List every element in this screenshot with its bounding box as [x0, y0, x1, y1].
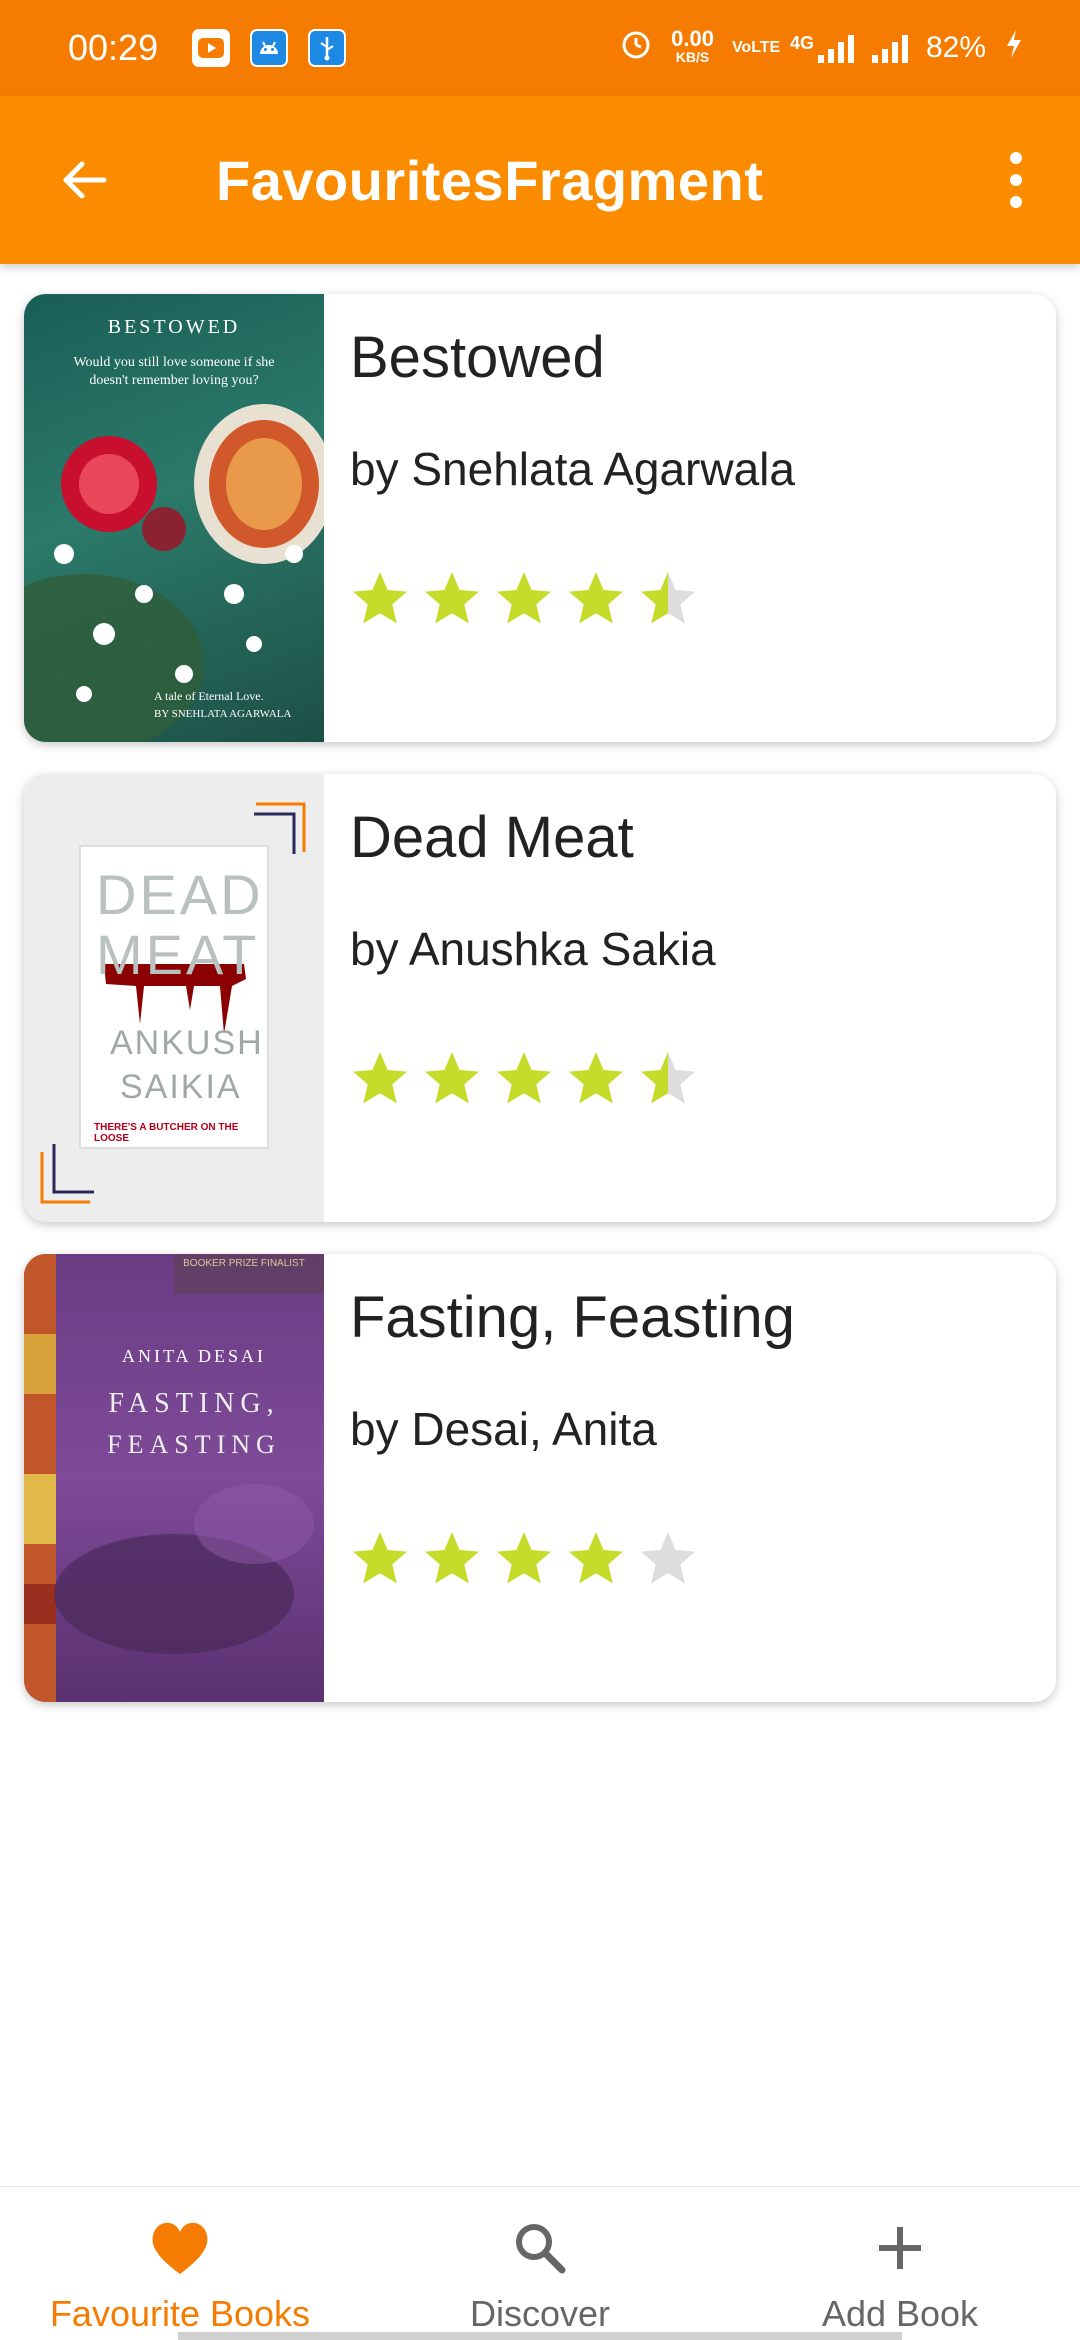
- star-icon: [425, 1532, 479, 1584]
- star-icon: [353, 572, 407, 624]
- cover-byline-text: BY SNEHLATA AGARWALA: [154, 708, 292, 720]
- book-author: by Snehlata Agarwala: [350, 443, 795, 495]
- status-time: 00:29: [68, 27, 159, 68]
- signal-icon: [817, 33, 854, 63]
- youtube-icon: [192, 29, 231, 67]
- usb-icon: [308, 29, 347, 67]
- charging-icon: [1004, 28, 1024, 69]
- android-icon: [250, 29, 289, 67]
- rating-stars: [350, 568, 795, 628]
- book-card[interactable]: DEAD MEAT ANKUSH SAIKIA THERE'S A BUTCHE…: [24, 774, 1056, 1222]
- cover-title-line2: MEAT: [96, 923, 260, 986]
- cover-badge: BOOKER PRIZE FINALIST: [183, 1258, 305, 1269]
- overflow-menu-button[interactable]: [986, 140, 1046, 220]
- star-icon: [569, 1532, 623, 1584]
- star-icon: [641, 572, 695, 624]
- nav-discover[interactable]: Discover: [360, 2187, 720, 2340]
- star-icon: [641, 1052, 695, 1104]
- book-cover: DEAD MEAT ANKUSH SAIKIA THERE'S A BUTCHE…: [24, 774, 324, 1222]
- book-author: by Desai, Anita: [350, 1403, 657, 1455]
- nav-label: Add Book: [821, 2293, 979, 2334]
- alarm-icon: [619, 27, 653, 70]
- star-icon: [497, 1532, 551, 1584]
- star-icon: [353, 1052, 407, 1104]
- star-icon: [497, 572, 551, 624]
- bottom-navigation: Favourite Books Discover Add Book: [0, 2186, 1080, 2340]
- cover-author: ANITA DESAI: [121, 1346, 267, 1366]
- heart-icon: [147, 2215, 213, 2281]
- volte-indicator: VoLTE: [731, 39, 781, 56]
- cover-tagline-text: Would you still love someone if she does…: [73, 355, 275, 388]
- network-label: 4G: [789, 33, 814, 53]
- network-type: 4G: [790, 33, 854, 63]
- plus-icon: [867, 2215, 933, 2281]
- star-icon: [641, 1532, 695, 1584]
- search-icon: [507, 2215, 573, 2281]
- back-button[interactable]: [44, 140, 124, 220]
- net-speed: 0.00 KB/S: [671, 26, 714, 66]
- book-card[interactable]: BESTOWED Would you still love someone if…: [24, 294, 1056, 742]
- cover-author-line2: SAIKIA: [120, 1068, 242, 1106]
- rating-stars: [350, 1048, 716, 1108]
- arrow-back-icon: [63, 161, 107, 199]
- cover-title-line2: FEASTING: [107, 1430, 281, 1459]
- cover-title-line1: DEAD: [96, 863, 264, 926]
- book-author: by Anushka Sakia: [350, 923, 716, 975]
- app-bar: FavouritesFragment: [0, 96, 1080, 264]
- nav-favourite-books[interactable]: Favourite Books: [0, 2187, 360, 2340]
- book-title: Dead Meat: [350, 805, 634, 870]
- nav-label: Favourite Books: [49, 2293, 311, 2334]
- net-speed-value: 0.00: [671, 26, 714, 51]
- book-cover: BESTOWED Would you still love someone if…: [24, 294, 324, 742]
- star-icon: [425, 572, 479, 624]
- cover-author-line1: ANKUSH: [110, 1024, 264, 1062]
- star-icon: [425, 1052, 479, 1104]
- status-bar: 00:29 0.00 KB/S VoLTE 4G 82%: [0, 0, 1080, 96]
- rating-stars: [350, 1528, 795, 1588]
- star-icon: [353, 1532, 407, 1584]
- star-icon: [569, 1052, 623, 1104]
- book-title: Bestowed: [350, 325, 605, 390]
- nav-label: Discover: [469, 2293, 611, 2334]
- book-card[interactable]: BOOKER PRIZE FINALIST ANITA DESAI FASTIN…: [24, 1254, 1056, 1702]
- cover-tagline: THERE'S A BUTCHER ON THE LOOSE: [94, 1122, 239, 1144]
- star-icon: [497, 1052, 551, 1104]
- cover-title-text: BESTOWED: [107, 316, 241, 338]
- gesture-bar: [178, 2332, 902, 2340]
- more-vert-icon: [1010, 152, 1022, 164]
- star-icon: [569, 572, 623, 624]
- book-title: Fasting, Feasting: [350, 1285, 795, 1350]
- battery-level: 82%: [925, 31, 986, 64]
- cover-title-line1: FASTING,: [108, 1388, 280, 1419]
- book-cover: BOOKER PRIZE FINALIST ANITA DESAI FASTIN…: [24, 1254, 324, 1702]
- net-speed-unit: KB/S: [675, 49, 710, 65]
- signal-icon-2: [871, 33, 908, 63]
- nav-add-book[interactable]: Add Book: [720, 2187, 1080, 2340]
- page-title: FavouritesFragment: [216, 148, 764, 212]
- cover-bottom-text: A tale of Eternal Love.: [154, 689, 264, 703]
